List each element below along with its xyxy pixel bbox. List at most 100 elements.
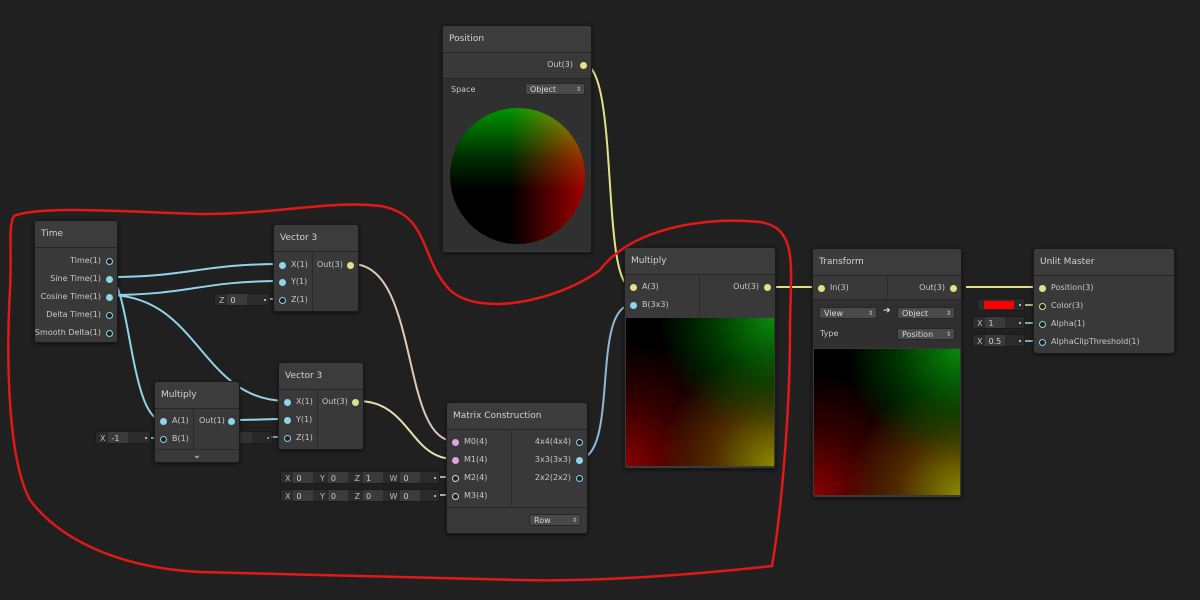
position-node-title: Position: [443, 26, 591, 53]
transform-in-port[interactable]: [818, 285, 825, 292]
vector3-top-x-port[interactable]: [279, 262, 286, 269]
vector3-bottom-y-port[interactable]: [284, 417, 291, 424]
time-node-title: Time: [35, 221, 117, 248]
multiply-main-a-label: A(3): [642, 282, 659, 291]
m3-z-value[interactable]: 0: [362, 490, 383, 501]
unlit-clip-port[interactable]: [1039, 339, 1046, 346]
m2-z-value[interactable]: 1: [362, 472, 383, 483]
vector3-top-x-label: X(1): [291, 260, 308, 269]
unlit-color-label: Color(3): [1051, 301, 1084, 310]
delta-time-port[interactable]: [106, 312, 113, 319]
matrix-m1-port[interactable]: [452, 457, 459, 464]
matrix-m2-label: M2(4): [464, 473, 488, 482]
unlit-position-port[interactable]: [1039, 285, 1046, 292]
time-port[interactable]: [106, 258, 113, 265]
time-output-smooth-delta: Smooth Delta(1): [34, 328, 101, 337]
vector3-top-z-port[interactable]: [279, 297, 286, 304]
matrix-4x4-port[interactable]: [576, 439, 583, 446]
alpha-value[interactable]: 1: [985, 317, 1006, 328]
vector3-bottom-node[interactable]: Vector 3 X(1) Y(1) Z(1) Out(3): [278, 362, 364, 450]
multiply-main-node[interactable]: Multiply A(3) B(3x3) Out(3): [624, 247, 776, 469]
matrix-m1-label: M1(4): [464, 455, 488, 464]
m3-y-value[interactable]: 0: [327, 490, 348, 501]
vector3-top-out-port[interactable]: [347, 262, 354, 269]
time-node[interactable]: Time Time(1) Sine Time(1) Cosine Time(1)…: [34, 220, 118, 343]
m3-z-label: Z: [354, 492, 360, 501]
cosine-time-port[interactable]: [106, 294, 113, 301]
unlit-color-port[interactable]: [1039, 303, 1046, 310]
matrix-m3-port[interactable]: [452, 493, 459, 500]
matrix-construction-node[interactable]: Matrix Construction M0(4) M1(4) M2(4) M3…: [446, 402, 588, 534]
position-node[interactable]: Position Out(3) Space Object ⇕: [442, 25, 592, 253]
vector3-bottom-title: Vector 3: [279, 363, 363, 390]
vector3-top-node[interactable]: Vector 3 X(1) Y(1) Z(1) Out(3): [273, 224, 359, 312]
matrix-2x2-label: 2x2(2x2): [534, 473, 571, 482]
m2-x-value[interactable]: 0: [293, 472, 314, 483]
dropdown-arrows-icon: ⇕: [867, 310, 873, 317]
vector3-top-y-port[interactable]: [279, 279, 286, 286]
multiply-small-b-field[interactable]: X -1: [95, 431, 151, 444]
color-swatch[interactable]: [984, 301, 1014, 309]
matrix-3x3-port[interactable]: [576, 457, 583, 464]
multiply-main-a-port[interactable]: [630, 284, 637, 291]
m3-w-value[interactable]: 0: [400, 490, 421, 501]
m2-x-label: X: [285, 474, 291, 483]
vector3-bottom-y-label: Y(1): [296, 415, 313, 424]
vector3-bottom-x-port[interactable]: [284, 399, 291, 406]
transform-out-port[interactable]: [950, 285, 957, 292]
collapse-chevron-icon[interactable]: ⌄: [155, 449, 239, 462]
vector3-top-z-label: Z(1): [291, 295, 308, 304]
transform-node[interactable]: Transform In(3) Out(3) View ⇕ ➜ Object ⇕ T…: [812, 248, 962, 498]
unlit-alpha-field[interactable]: X1: [972, 316, 1025, 329]
matrix-m2-port[interactable]: [452, 475, 459, 482]
unlit-color-field[interactable]: [977, 298, 1025, 311]
position-space-dropdown[interactable]: Object ⇕: [525, 83, 585, 95]
transform-from-dropdown[interactable]: View ⇕: [819, 307, 877, 319]
matrix-m2-field[interactable]: X0 Y0 Z1 W0: [280, 471, 440, 484]
multiply-small-a-label: A(1): [172, 416, 189, 425]
transform-to-dropdown[interactable]: Object ⇕: [897, 307, 955, 319]
clip-x-label: X: [977, 337, 983, 346]
vector3-bottom-out-port[interactable]: [352, 399, 359, 406]
multiply-main-out-port[interactable]: [764, 284, 771, 291]
multiply-main-out-label: Out(3): [733, 282, 759, 291]
m2-y-value[interactable]: 0: [327, 472, 348, 483]
multiply-small-out-label: Out(1): [199, 416, 225, 425]
matrix-mode-dropdown[interactable]: Row ⇕: [529, 514, 581, 526]
matrix-m0-port[interactable]: [452, 439, 459, 446]
matrix-m3-field[interactable]: X0 Y0 Z0 W0: [280, 489, 440, 502]
position-out-port[interactable]: [580, 62, 587, 69]
unlit-alpha-port[interactable]: [1039, 321, 1046, 328]
multiply-small-out-port[interactable]: [228, 418, 235, 425]
matrix-2x2-port[interactable]: [576, 475, 583, 482]
dropdown-arrows-icon: ⇕: [575, 86, 581, 93]
unlit-clip-field[interactable]: X 0.5: [972, 334, 1025, 347]
multiply-small-a-port[interactable]: [160, 418, 167, 425]
x-value[interactable]: -1: [108, 432, 129, 443]
position-space-label: Space: [451, 85, 476, 94]
clip-value[interactable]: 0.5: [985, 335, 1006, 346]
vector3-bottom-z-label: Z(1): [296, 433, 313, 442]
vector3-top-out-label: Out(3): [317, 260, 343, 269]
multiply-small-b-port[interactable]: [160, 436, 167, 443]
multiply-main-b-label: B(3x3): [642, 300, 669, 309]
matrix-construction-title: Matrix Construction: [447, 403, 587, 430]
vector3-top-y-label: Y(1): [291, 277, 308, 286]
m3-x-value[interactable]: 0: [293, 490, 314, 501]
smooth-delta-port[interactable]: [106, 330, 113, 337]
matrix-m3-label: M3(4): [464, 491, 488, 500]
z-value[interactable]: 0: [227, 294, 248, 305]
multiply-small-node[interactable]: Multiply A(1) B(1) Out(1) ⌄: [154, 381, 240, 463]
vector3-top-z-field[interactable]: Z0: [214, 293, 270, 306]
transform-in-label: In(3): [830, 283, 849, 292]
vector3-bottom-z-port[interactable]: [284, 435, 291, 442]
multiply-main-preview: [626, 318, 774, 466]
m3-y-label: Y: [320, 492, 325, 501]
position-preview-sphere: [450, 108, 585, 244]
m2-w-value[interactable]: 0: [400, 472, 421, 483]
multiply-small-b-label: B(1): [172, 434, 189, 443]
multiply-main-b-port[interactable]: [630, 302, 637, 309]
sine-time-port[interactable]: [106, 276, 113, 283]
transform-type-dropdown[interactable]: Position ⇕: [897, 328, 955, 340]
unlit-master-node[interactable]: Unlit Master Position(3) Color(3) Alpha(…: [1033, 248, 1175, 354]
